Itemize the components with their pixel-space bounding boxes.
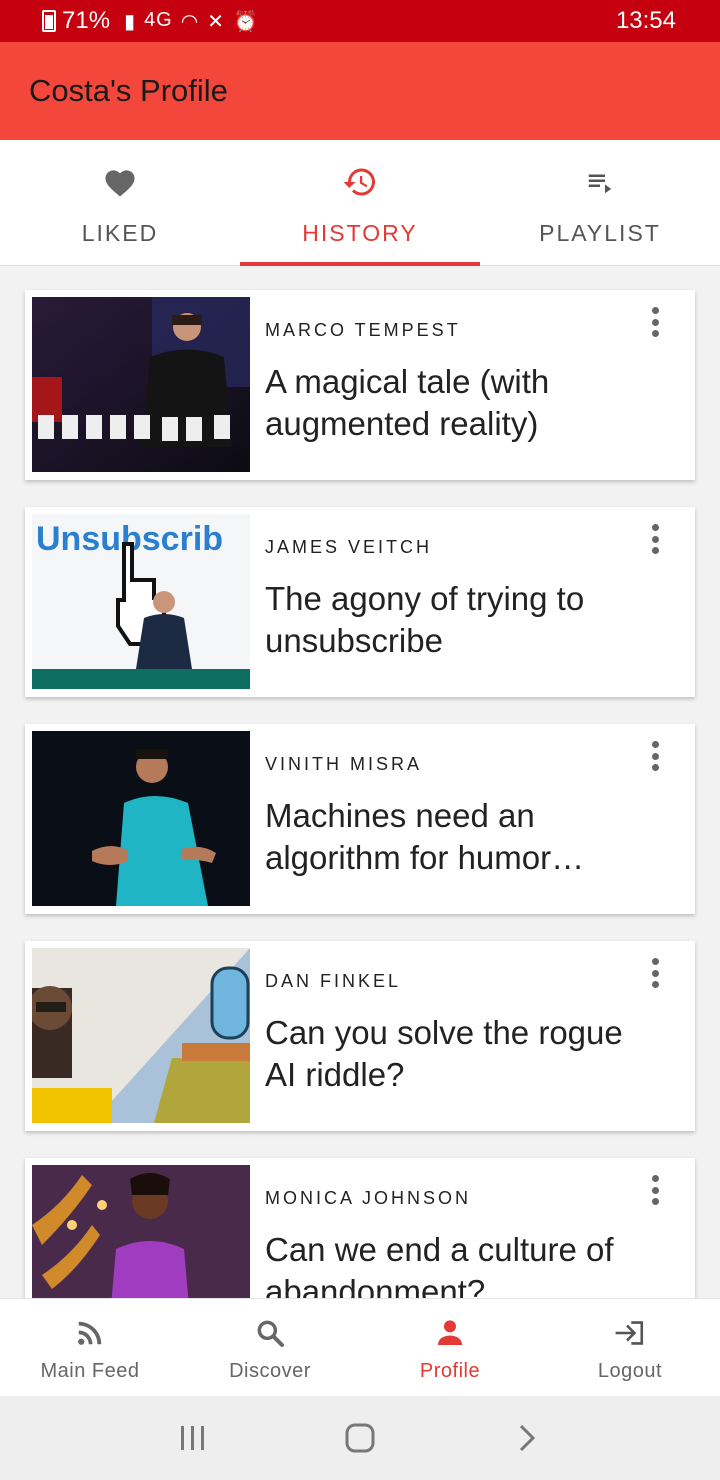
search-icon <box>253 1316 287 1350</box>
talk-thumbnail: Unsubscrib <box>32 514 250 689</box>
page-title: Costa's Profile <box>29 73 228 108</box>
talk-info: VINITH MISRA Machines need an algorithm … <box>265 754 635 879</box>
list-item[interactable]: DAN FINKEL Can you solve the rogue AI ri… <box>25 941 695 1131</box>
tab-playlist[interactable]: PLAYLIST <box>480 140 720 265</box>
battery-icon <box>42 10 56 32</box>
mute-icon: ✕ <box>207 10 225 33</box>
talk-info: MARCO TEMPEST A magical tale (with augme… <box>265 320 635 445</box>
talk-title: Can you solve the rogue AI riddle? <box>265 1014 623 1093</box>
talk-thumbnail <box>32 297 250 472</box>
talk-thumbnail <box>32 948 250 1123</box>
tab-history-label: HISTORY <box>302 220 418 246</box>
app-bar: Costa's Profile <box>0 42 720 140</box>
list-item[interactable]: MONICA JOHNSON Can we end a culture of a… <box>25 1158 695 1298</box>
rss-icon <box>73 1316 107 1350</box>
profile-tabs: LIKED HISTORY PLAYLIST <box>0 140 720 266</box>
logout-icon <box>613 1316 647 1350</box>
person-icon <box>433 1316 467 1350</box>
tab-playlist-label: PLAYLIST <box>539 220 661 246</box>
speaker-name: JAMES VEITCH <box>265 537 433 557</box>
talk-thumbnail <box>32 1165 250 1298</box>
speaker-name: DAN FINKEL <box>265 971 402 991</box>
nav-profile[interactable]: Profile <box>360 1299 540 1396</box>
talk-title: A magical tale (with augmented reality) <box>265 363 550 442</box>
bottom-navigation: Main Feed Discover Profile Logout <box>0 1298 720 1396</box>
list-item[interactable]: MARCO TEMPEST A magical tale (with augme… <box>25 290 695 480</box>
talk-info: DAN FINKEL Can you solve the rogue AI ri… <box>265 971 635 1096</box>
nav-profile-label: Profile <box>419 1360 481 1382</box>
more-options-icon[interactable] <box>643 1172 667 1208</box>
tab-liked-label: LIKED <box>81 220 159 246</box>
history-list[interactable]: MARCO TEMPEST A magical tale (with augme… <box>0 266 720 1298</box>
heart-icon <box>100 162 140 202</box>
more-options-icon[interactable] <box>643 304 667 340</box>
nav-main-feed-label: Main Feed <box>40 1360 140 1382</box>
nav-discover[interactable]: Discover <box>180 1299 360 1396</box>
status-bar: 71% ▮ 4G ◠ ✕ ⏰ 13:54 <box>0 0 720 42</box>
nav-logout-label: Logout <box>597 1360 663 1382</box>
history-icon <box>340 162 380 202</box>
more-options-icon[interactable] <box>643 738 667 774</box>
more-options-icon[interactable] <box>643 521 667 557</box>
nav-discover-label: Discover <box>229 1360 311 1382</box>
system-navigation <box>0 1396 720 1480</box>
nav-main-feed[interactable]: Main Feed <box>0 1299 180 1396</box>
list-item[interactable]: Unsubscrib JAMES VEITCH The agony of try… <box>25 507 695 697</box>
wifi-icon: ◠ <box>180 10 200 33</box>
status-left: 71% ▮ 4G ◠ ✕ ⏰ <box>42 7 259 35</box>
speaker-name: MARCO TEMPEST <box>265 320 461 340</box>
back-button[interactable] <box>497 1408 557 1468</box>
talk-thumbnail <box>32 731 250 906</box>
home-button[interactable] <box>330 1408 390 1468</box>
playlist-icon <box>580 162 620 202</box>
network-type: 4G <box>144 8 173 31</box>
tab-liked[interactable]: LIKED <box>0 140 240 265</box>
signal-icon: ▮ <box>124 10 137 33</box>
list-item[interactable]: VINITH MISRA Machines need an algorithm … <box>25 724 695 914</box>
talk-title: The agony of trying to unsubscribe <box>265 580 585 659</box>
clock: 13:54 <box>615 7 676 34</box>
speaker-name: MONICA JOHNSON <box>265 1188 472 1208</box>
talk-info: MONICA JOHNSON Can we end a culture of a… <box>265 1188 635 1298</box>
talk-title: Can we end a culture of abandonment? <box>265 1231 614 1298</box>
talk-info: JAMES VEITCH The agony of trying to unsu… <box>265 537 635 662</box>
talk-title: Machines need an algorithm for humor… <box>265 797 585 876</box>
status-icons: ▮ 4G ◠ ✕ ⏰ <box>124 9 259 34</box>
tab-history[interactable]: HISTORY <box>240 140 480 266</box>
more-options-icon[interactable] <box>643 955 667 991</box>
battery-level: 71% <box>62 7 111 34</box>
speaker-name: VINITH MISRA <box>265 754 423 774</box>
nav-logout[interactable]: Logout <box>540 1299 720 1396</box>
alarm-icon: ⏰ <box>232 10 259 33</box>
recent-apps-button[interactable] <box>163 1408 223 1468</box>
